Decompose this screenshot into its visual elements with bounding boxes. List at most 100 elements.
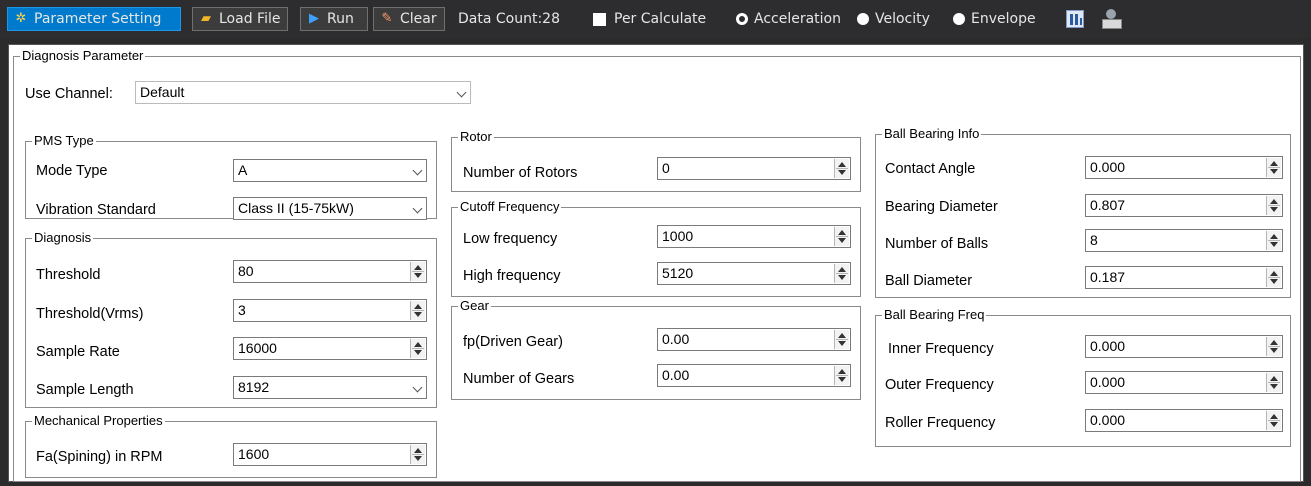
fp-driven-gear-label: fp(Driven Gear) (463, 334, 563, 350)
play-icon: ▶ (309, 11, 319, 26)
gear-title: Gear (458, 297, 491, 315)
sample-rate-value: 16000 (238, 340, 277, 356)
parameter-panel: Diagnosis Parameter Use Channel: Default… (8, 44, 1304, 482)
clear-button[interactable]: ✎ Clear (373, 7, 445, 31)
sample-rate-spinner[interactable]: 16000 (233, 337, 427, 360)
spinner-arrows-icon[interactable] (410, 301, 425, 320)
spinner-arrows-icon[interactable] (834, 330, 849, 349)
threshold-vrms-label: Threshold(Vrms) (36, 306, 144, 322)
bearing-diameter-spinner[interactable]: 0.807 (1085, 194, 1283, 217)
number-of-rotors-value: 0 (662, 160, 670, 176)
threshold-value: 80 (238, 263, 254, 279)
fp-driven-gear-spinner[interactable]: 0.00 (657, 328, 851, 351)
low-frequency-spinner[interactable]: 1000 (657, 225, 851, 248)
cutoff-frequency-title: Cutoff Frequency (458, 198, 562, 216)
sample-rate-label: Sample Rate (36, 344, 120, 360)
per-calculate-label: Per Calculate (614, 11, 707, 27)
load-file-button[interactable]: ▰ Load File (192, 7, 288, 31)
mode-type-dropdown[interactable]: A (233, 159, 427, 182)
load-file-label: Load File (219, 11, 281, 27)
radio-acceleration[interactable]: Acceleration (736, 7, 841, 31)
clear-label: Clear (400, 11, 437, 27)
rotor-title: Rotor (458, 128, 494, 146)
number-of-gears-label: Number of Gears (463, 371, 575, 387)
spinner-arrows-icon[interactable] (834, 366, 849, 385)
parameter-setting-button[interactable]: ✲ Parameter Setting (7, 7, 181, 31)
contact-angle-spinner[interactable]: 0.000 (1085, 156, 1283, 179)
spinner-arrows-icon[interactable] (1266, 158, 1281, 177)
bearing-diameter-label: Bearing Diameter (885, 199, 998, 215)
inner-frequency-label: Inner Frequency (888, 341, 994, 357)
threshold-label: Threshold (36, 267, 101, 283)
fa-spinning-value: 1600 (238, 446, 270, 462)
spinner-arrows-icon[interactable] (410, 445, 425, 464)
radio-envelope[interactable]: Envelope (953, 7, 1036, 31)
spinner-arrows-icon[interactable] (410, 262, 425, 281)
fp-driven-gear-value: 0.00 (662, 331, 690, 347)
vibration-standard-label: Vibration Standard (36, 202, 156, 218)
gear-icon: ✲ (15, 11, 27, 26)
inner-frequency-spinner[interactable]: 0.000 (1085, 335, 1283, 358)
fa-spinning-label: Fa(Spining) in RPM (36, 449, 163, 465)
spinner-arrows-icon[interactable] (1266, 337, 1281, 356)
radio-envelope-label: Envelope (971, 11, 1036, 27)
mode-type-value: A (238, 162, 248, 178)
checkbox-box (593, 12, 606, 26)
spinner-arrows-icon[interactable] (1266, 373, 1281, 392)
radio-selected-icon (736, 13, 748, 25)
vibration-standard-value: Class II (15-75kW) (238, 200, 354, 216)
spinner-arrows-icon[interactable] (410, 339, 425, 358)
chevron-down-icon (412, 203, 423, 214)
spinner-arrows-icon[interactable] (834, 264, 849, 283)
mode-type-label: Mode Type (36, 163, 108, 179)
threshold-spinner[interactable]: 80 (233, 260, 427, 283)
folder-icon: ▰ (201, 11, 211, 26)
use-channel-dropdown[interactable]: Default (135, 81, 471, 104)
pms-type-title: PMS Type (32, 132, 96, 150)
radio-velocity[interactable]: Velocity (857, 7, 930, 31)
roller-frequency-spinner[interactable]: 0.000 (1085, 409, 1283, 432)
spinner-arrows-icon[interactable] (834, 227, 849, 246)
toolbar: ✲ Parameter Setting ▰ Load File ▶ Run ✎ … (0, 0, 1311, 38)
radio-unselected-icon (953, 13, 965, 25)
threshold-vrms-value: 3 (238, 302, 246, 318)
run-label: Run (327, 11, 354, 27)
ball-bearing-freq-title: Ball Bearing Freq (882, 306, 987, 324)
low-frequency-label: Low frequency (463, 231, 558, 247)
ball-diameter-spinner[interactable]: 0.187 (1085, 266, 1283, 289)
per-calculate-checkbox[interactable]: Per Calculate (593, 7, 706, 31)
parameter-setting-label: Parameter Setting (34, 11, 162, 27)
number-of-balls-spinner[interactable]: 8 (1085, 229, 1283, 252)
ball-diameter-label: Ball Diameter (885, 273, 973, 289)
outer-frequency-spinner[interactable]: 0.000 (1085, 371, 1283, 394)
spinner-arrows-icon[interactable] (1266, 411, 1281, 430)
high-frequency-label: High frequency (463, 268, 561, 284)
threshold-vrms-spinner[interactable]: 3 (233, 299, 427, 322)
inner-frequency-value: 0.000 (1090, 338, 1126, 354)
vibration-standard-dropdown[interactable]: Class II (15-75kW) (233, 197, 427, 220)
columns-icon[interactable] (1066, 7, 1084, 31)
spinner-arrows-icon[interactable] (1266, 196, 1281, 215)
number-of-rotors-label: Number of Rotors (463, 165, 578, 181)
mechanical-properties-title: Mechanical Properties (32, 412, 165, 430)
low-frequency-value: 1000 (662, 228, 694, 244)
chevron-down-icon (412, 382, 423, 393)
roller-frequency-label: Roller Frequency (885, 415, 996, 431)
diagnosis-title: Diagnosis (32, 229, 94, 247)
run-button[interactable]: ▶ Run (300, 7, 368, 31)
use-channel-label: Use Channel: (25, 86, 113, 102)
chart-settings-icon[interactable] (1102, 7, 1122, 31)
ball-diameter-value: 0.187 (1090, 269, 1126, 285)
spinner-arrows-icon[interactable] (834, 159, 849, 178)
sample-length-dropdown[interactable]: 8192 (233, 376, 427, 399)
spinner-arrows-icon[interactable] (1266, 231, 1281, 250)
number-of-gears-spinner[interactable]: 0.00 (657, 364, 851, 387)
high-frequency-spinner[interactable]: 5120 (657, 262, 851, 285)
bearing-diameter-value: 0.807 (1090, 197, 1126, 213)
sample-length-label: Sample Length (36, 382, 134, 398)
number-of-rotors-spinner[interactable]: 0 (657, 157, 851, 180)
spinner-arrows-icon[interactable] (1266, 268, 1281, 287)
use-channel-value: Default (140, 84, 185, 100)
roller-frequency-value: 0.000 (1090, 412, 1126, 428)
fa-spinning-spinner[interactable]: 1600 (233, 443, 427, 466)
